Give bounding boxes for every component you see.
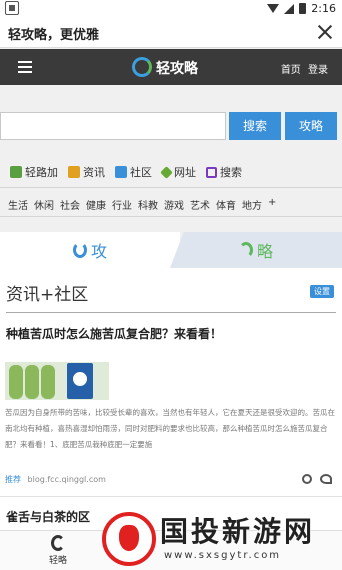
category-item[interactable]: 游戏 [164, 197, 184, 212]
category-item[interactable]: 行业 [112, 197, 132, 212]
window-titlebar: 轻攻略，更优雅 [0, 18, 342, 48]
logo-text[interactable]: 轻攻略 [156, 58, 198, 78]
signal-icon [284, 3, 295, 14]
wifi-icon [267, 4, 280, 13]
menu-icon[interactable] [18, 61, 32, 73]
watermark-text: 国投新游网 [160, 515, 316, 548]
watermark: 国投新游网 www.sxsgytr.com [100, 506, 342, 570]
window-title: 轻攻略，更优雅 [8, 28, 100, 43]
sites-icon [160, 165, 173, 179]
article-actions [302, 474, 332, 484]
quick-link-share[interactable]: 轻路加 [10, 164, 58, 180]
lue-icon [51, 535, 65, 551]
tab-label: 攻 [90, 242, 107, 261]
category-item[interactable]: 社会 [60, 197, 80, 212]
article-title[interactable]: 雀舌与白茶的区 [6, 508, 90, 525]
article-source: blog.fcc.qinggl.com [27, 475, 106, 484]
nav-link-login[interactable]: 登录 [308, 65, 328, 76]
quick-link-label: 轻路加 [25, 166, 58, 179]
share-icon [10, 166, 22, 178]
search-icon [206, 166, 217, 178]
category-list: 生活 休闲 社会 健康 行业 科教 游戏 艺术 体育 地方 + [8, 197, 282, 212]
logo-icon[interactable] [132, 57, 152, 77]
article-thumbnail[interactable] [5, 362, 109, 400]
category-item[interactable]: 健康 [86, 197, 106, 212]
close-icon[interactable] [314, 21, 336, 43]
search-button[interactable]: 搜索 [229, 112, 281, 140]
news-icon [68, 166, 80, 178]
category-item[interactable]: 科教 [138, 197, 158, 212]
quick-link-label: 网址 [174, 166, 196, 179]
bottom-tab-lue[interactable]: 轻略 [36, 535, 80, 566]
category-item[interactable]: 生活 [8, 197, 28, 212]
article-divider [0, 496, 342, 497]
article-excerpt: 苦瓜因为自身所带的苦味，比较受长辈的喜欢，当然也有年轻人，它在夏天还是很受欢迎的… [5, 408, 335, 449]
lue-icon [238, 242, 253, 258]
quick-links: 轻路加 资讯 社区 网址 搜索 [0, 160, 342, 184]
article-title[interactable]: 种植苦瓜时怎么施苦瓜复合肥？来看看！ [6, 325, 222, 342]
watermark-url: www.sxsgytr.com [164, 550, 282, 561]
tab-bar: 攻 略 [0, 232, 342, 268]
divider [0, 187, 342, 188]
article-tag[interactable]: 推荐 [5, 475, 21, 484]
watermark-logo-icon [102, 512, 156, 566]
nav-links: 首页 登录 [277, 61, 328, 76]
quick-link-sites[interactable]: 网址 [160, 164, 196, 180]
battery-icon [299, 3, 307, 14]
bottom-tab-label: 轻略 [48, 556, 67, 566]
status-time: 2:16 [311, 2, 336, 15]
search-icon[interactable] [302, 474, 312, 484]
gong-icon [72, 242, 87, 258]
quick-link-search[interactable]: 搜索 [206, 164, 242, 180]
search-input[interactable] [0, 112, 226, 140]
quick-link-news[interactable]: 资讯 [68, 164, 105, 180]
status-bar: 2:16 [0, 0, 342, 18]
app-notification-icon [5, 1, 19, 15]
divider [0, 216, 342, 217]
share-icon[interactable] [320, 474, 332, 484]
section-divider [6, 312, 336, 313]
quick-link-label: 搜索 [220, 166, 242, 179]
nav-link-home[interactable]: 首页 [281, 65, 301, 76]
tab-gong[interactable]: 攻 [0, 232, 180, 268]
category-item[interactable]: 地方 [242, 197, 262, 212]
tab-label: 略 [256, 242, 273, 261]
quick-link-label: 社区 [130, 166, 152, 179]
community-icon [115, 166, 127, 178]
category-more[interactable]: + [268, 197, 276, 212]
category-item[interactable]: 体育 [216, 197, 236, 212]
settings-button[interactable]: 设置 [310, 285, 334, 298]
article-meta: 推荐 blog.fcc.qinggl.com [5, 474, 106, 485]
quick-link-label: 资讯 [83, 166, 105, 179]
status-bar-right: 2:16 [267, 2, 336, 15]
tab-lue[interactable]: 略 [170, 232, 342, 268]
search-row: 搜索 攻略 [0, 112, 342, 140]
section-title: 资讯+社区 [6, 285, 89, 305]
quick-link-community[interactable]: 社区 [115, 164, 152, 180]
category-item[interactable]: 休闲 [34, 197, 54, 212]
category-item[interactable]: 艺术 [190, 197, 210, 212]
top-navbar: 轻攻略 首页 登录 [0, 49, 342, 85]
content-panel: 资讯+社区 设置 种植苦瓜时怎么施苦瓜复合肥？来看看！ 苦瓜因为自身所带的苦味，… [0, 268, 342, 530]
guide-button[interactable]: 攻略 [285, 112, 337, 140]
